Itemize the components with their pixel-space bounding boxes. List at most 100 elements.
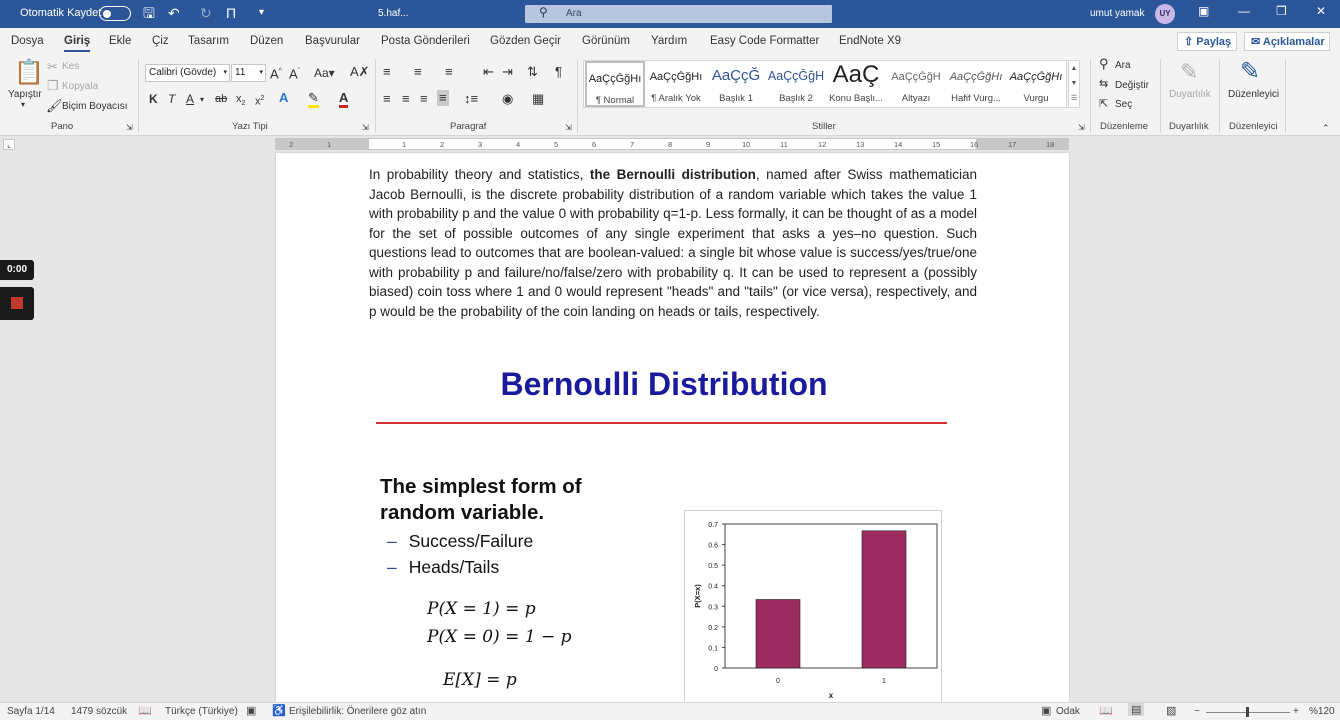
replace-button[interactable]: Değiştir [1115,80,1149,91]
minimize-icon[interactable]: — [1238,4,1250,18]
macro-icon[interactable]: ▣ [246,704,256,717]
save-icon[interactable]: 🖫 [143,5,155,21]
tab-ekle[interactable]: Ekle [109,35,131,47]
align-right-icon[interactable]: ≡ [420,92,428,106]
tab-tasarim[interactable]: Tasarım [188,35,229,47]
decrease-indent-icon[interactable]: ⇤ [483,65,494,79]
multilevel-list-icon[interactable]: ≡ [445,65,453,79]
numbering-icon[interactable]: ≡ [414,65,422,79]
dialog-launcher-icon[interactable]: ⇲ [362,121,369,135]
tab-dosya[interactable]: Dosya [11,35,44,47]
highlight-icon[interactable]: ✎ [308,91,319,108]
find-button[interactable]: Ara [1115,60,1131,71]
search-box[interactable]: ⚲ Ara [525,5,832,23]
horizontal-ruler[interactable]: 2 1 1 2 3 4 5 6 7 8 9 10 11 12 13 14 15 … [275,138,1069,150]
align-center-icon[interactable]: ≡ [402,92,410,106]
dialog-launcher-icon[interactable]: ⇲ [126,121,133,135]
comments-button[interactable]: ✉ Açıklamalar [1244,32,1330,51]
bold-icon[interactable]: K [149,92,158,106]
italic-icon[interactable]: T [168,92,175,106]
style-no-spacing[interactable]: AaÇçĞğHı ¶ Aralık Yok [646,61,706,107]
print-layout-icon[interactable]: ▤ [1128,703,1145,716]
document-page[interactable]: In probability theory and statistics, th… [276,153,1069,703]
grow-font-icon[interactable]: A^ [270,65,282,81]
chevron-down-icon[interactable]: ▾ [200,93,204,107]
style-subtitle[interactable]: AaÇçĞğH Altyazı [886,61,946,107]
undo-icon[interactable]: ↶ [168,5,180,21]
style-subtle-emphasis[interactable]: AaÇçĞğHı Hafif Vurg... [946,61,1006,107]
zoom-slider-thumb[interactable] [1246,707,1249,717]
style-title[interactable]: AaÇ Konu Başlı... [826,61,886,107]
format-painter-button[interactable]: Biçim Boyacısı [62,101,128,112]
tab-selector[interactable]: ⌞ [3,139,15,150]
autosave-toggle[interactable] [99,6,131,21]
sort-icon[interactable]: ⇅ [527,65,538,79]
shading-icon[interactable]: ◉ [502,92,513,106]
recorder-stop-button[interactable] [0,287,34,320]
tab-giris[interactable]: Giriş [64,35,91,52]
styles-scroll[interactable]: ▲ ▼ ☰ [1068,60,1080,108]
dialog-launcher-icon[interactable]: ⇲ [565,121,572,135]
proofing-icon[interactable]: 📖 [138,704,152,717]
superscript-icon[interactable]: x2 [255,92,264,109]
style-emphasis[interactable]: AaÇçĞğHı Vurgu [1006,61,1066,107]
clear-formatting-icon[interactable]: A✗ [350,65,370,79]
pilcrow-icon[interactable]: ¶ [555,65,562,79]
copy-button[interactable]: Kopyala [62,81,98,92]
tab-posta[interactable]: Posta Gönderileri [381,35,470,47]
tab-endnote[interactable]: EndNote X9 [839,35,901,47]
page-count[interactable]: Sayfa 1/14 [7,706,55,717]
sensitivity-button[interactable]: Duyarlılık [1169,89,1211,100]
zoom-in-icon[interactable]: + [1293,706,1299,717]
more-styles-icon[interactable]: ☰ [1069,91,1079,106]
language[interactable]: Türkçe (Türkiye) [165,706,238,717]
dialog-launcher-icon[interactable]: ⇲ [1078,121,1085,135]
close-icon[interactable]: ✕ [1316,4,1326,18]
tab-yardim[interactable]: Yardım [651,35,687,47]
change-case-icon[interactable]: Aa▾ [314,66,335,80]
justify-icon[interactable]: ≡ [437,90,449,106]
user-name[interactable]: umut yamak [1090,8,1144,19]
line-spacing-icon[interactable]: ↕≡ [464,92,478,106]
tab-duzen[interactable]: Düzen [250,35,283,47]
customize-toolbar-icon[interactable]: ▾ [259,5,264,21]
style-normal[interactable]: AaÇçĞğHı ¶ Normal [585,61,645,107]
collapse-ribbon-icon[interactable]: ⌃ [1322,121,1330,135]
align-left-icon[interactable]: ≡ [383,92,391,106]
subscript-icon[interactable]: x2 [236,92,245,111]
word-count[interactable]: 1479 sözcük [71,706,127,717]
style-heading-1[interactable]: AaÇçĞ Başlık 1 [706,61,766,107]
scroll-up-icon[interactable]: ▲ [1069,61,1079,76]
bullets-icon[interactable]: ≡ [383,65,391,79]
focus-mode-button[interactable]: Odak [1056,706,1080,717]
font-name-select[interactable]: Calibri (Gövde) ▾ [145,64,230,82]
share-button[interactable]: ⇧ Paylaş [1177,32,1237,51]
read-mode-icon[interactable]: 📖 [1099,704,1113,717]
accessibility-status[interactable]: Erişilebilirlik: Önerilere göz atın [289,706,426,717]
tab-basvurular[interactable]: Başvurular [305,35,360,47]
shrink-font-icon[interactable]: Aˇ [289,65,300,81]
body-paragraph[interactable]: In probability theory and statistics, th… [369,165,977,321]
font-size-select[interactable]: 11 ▾ [231,64,266,82]
tab-easy-code[interactable]: Easy Code Formatter [710,35,819,47]
ribbon-display-icon[interactable]: ▣ [1198,4,1209,18]
font-color-icon[interactable]: A [339,91,349,108]
scroll-down-icon[interactable]: ▼ [1069,76,1079,91]
underline-icon[interactable]: A [186,92,194,106]
tab-gozden-gecir[interactable]: Gözden Geçir [490,35,561,47]
increase-indent-icon[interactable]: ⇥ [502,65,513,79]
paste-icon[interactable]: 📋 [14,60,44,86]
zoom-out-icon[interactable]: − [1194,706,1200,717]
borders-icon[interactable]: ▦ [532,92,544,106]
web-layout-icon[interactable]: ▧ [1166,704,1176,717]
text-effects-icon[interactable]: A [279,91,288,105]
tab-ciz[interactable]: Çiz [152,35,169,47]
avatar[interactable]: UY [1155,4,1175,24]
document-name[interactable]: 5.haf... [378,8,409,19]
cut-button[interactable]: Kes [62,61,79,72]
paste-dropdown-icon[interactable]: ▾ [21,100,25,109]
style-heading-2[interactable]: AaÇçĞğH Başlık 2 [766,61,826,107]
redo-icon[interactable]: ↻ [200,5,212,21]
restore-icon[interactable]: ❐ [1276,4,1287,18]
select-button[interactable]: Seç [1115,99,1132,110]
